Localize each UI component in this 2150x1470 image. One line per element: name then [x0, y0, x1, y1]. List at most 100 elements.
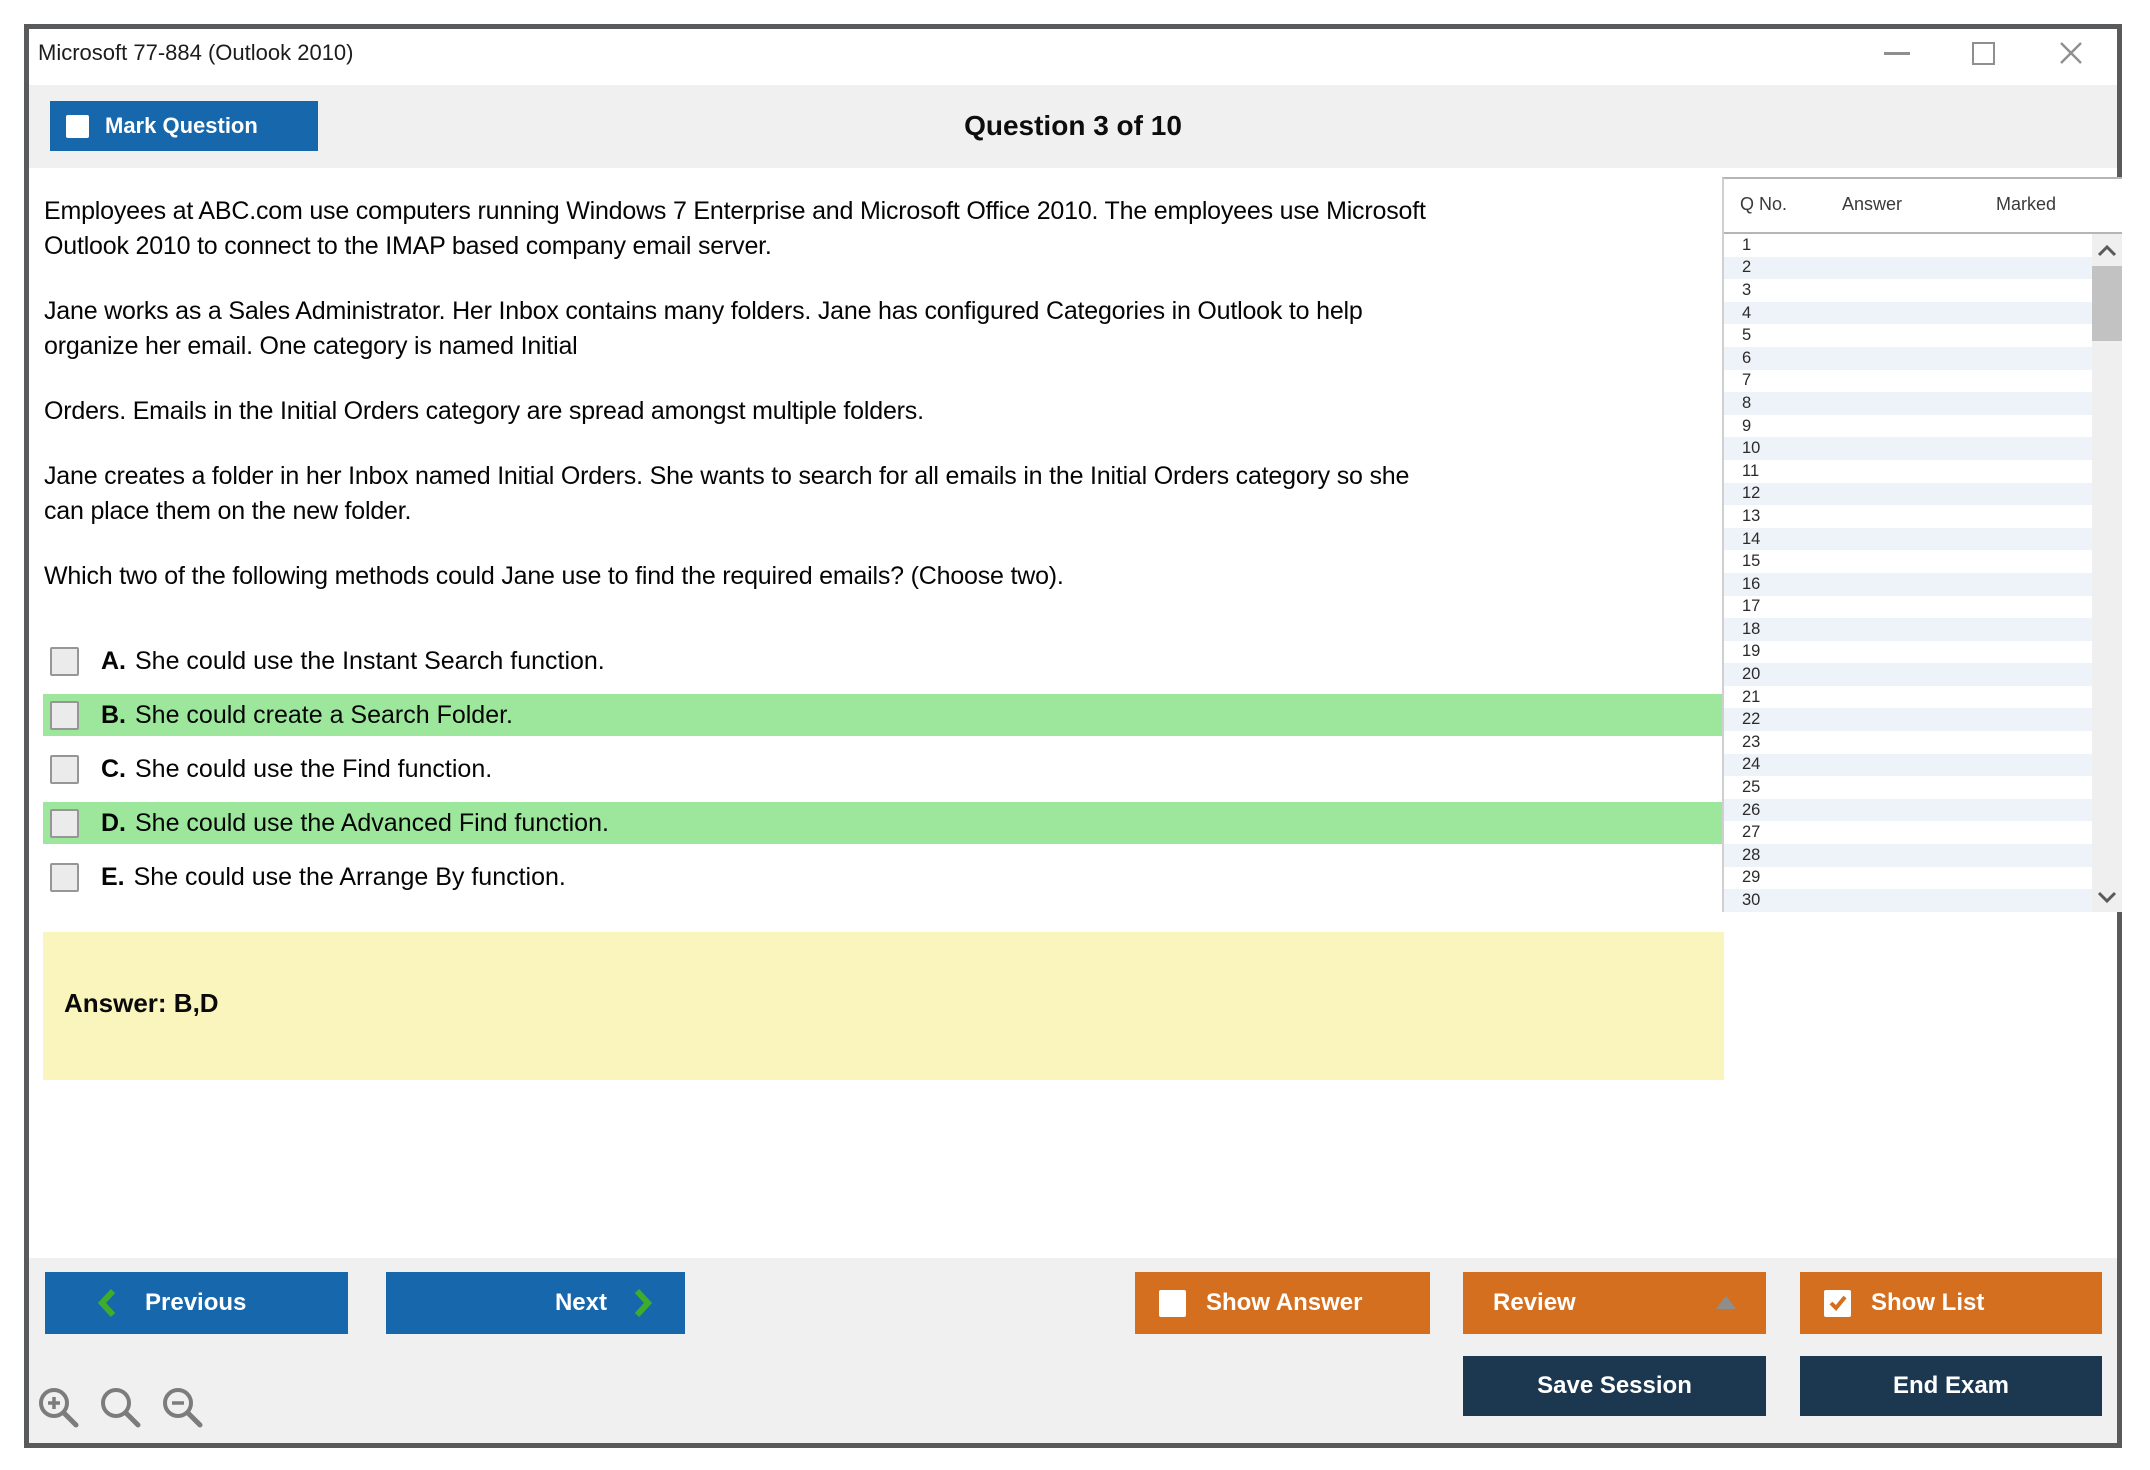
save-session-button[interactable]: Save Session [1463, 1356, 1766, 1416]
question-list-row[interactable]: 16 [1724, 572, 2092, 596]
option-row-d[interactable]: D. She could use the Advanced Find funct… [43, 802, 1724, 844]
question-list-row[interactable]: 18 [1724, 618, 2092, 641]
option-text: She could use the Arrange By function. [133, 862, 566, 891]
option-letter: E. [101, 862, 125, 891]
minimize-button[interactable] [1880, 38, 1914, 68]
paragraph-line: Employees at ABC.com use computers runni… [44, 197, 1426, 225]
answer-box: Answer: B,D [43, 932, 1724, 1080]
question-list-row[interactable]: 10 [1724, 437, 2092, 460]
question-list-row[interactable]: 11 [1724, 460, 2092, 483]
scroll-down-button[interactable] [2092, 886, 2122, 908]
show-answer-checkbox[interactable] [1159, 1289, 1186, 1317]
question-list-row[interactable]: 20 [1724, 663, 2092, 686]
check-icon [1829, 1295, 1847, 1311]
paragraph-line: Jane works as a Sales Administrator. Her… [44, 297, 1363, 325]
mark-question-button[interactable]: Mark Question [50, 101, 318, 151]
question-list-row[interactable]: 27 [1724, 821, 2092, 844]
end-exam-label: End Exam [1892, 1372, 2010, 1399]
zoom-out-icon[interactable] [157, 1382, 207, 1432]
end-exam-button[interactable]: End Exam [1800, 1356, 2102, 1416]
answer-text: Answer: B,D [64, 988, 219, 1018]
show-answer-button[interactable]: Show Answer [1135, 1272, 1430, 1334]
question-list-row[interactable]: 2 [1724, 256, 2092, 280]
question-list-row[interactable]: 5 [1724, 324, 2092, 347]
option-row-a[interactable]: A. She could use the Instant Search func… [43, 640, 1724, 682]
paragraph-line: Which two of the following methods could… [44, 562, 1064, 590]
show-list-button[interactable]: Show List [1800, 1272, 2102, 1334]
option-checkbox[interactable] [50, 808, 79, 838]
option-row-b[interactable]: B. She could create a Search Folder. [43, 694, 1724, 736]
chevron-down-icon [2097, 891, 2117, 903]
option-checkbox[interactable] [50, 754, 79, 784]
save-session-label: Save Session [1537, 1372, 1692, 1399]
column-header-answer: Answer [1842, 194, 1903, 214]
zoom-in-icon[interactable] [33, 1382, 83, 1432]
triangle-up-icon [1716, 1296, 1736, 1309]
show-answer-label: Show Answer [1206, 1289, 1363, 1316]
option-checkbox[interactable] [50, 862, 79, 892]
review-label: Review [1493, 1289, 1576, 1316]
question-list-row[interactable]: 15 [1724, 550, 2092, 573]
paragraph-line: Orders. Emails in the Initial Orders cat… [44, 397, 924, 425]
chevron-left-icon [97, 1288, 116, 1318]
question-list-row[interactable]: 3 [1724, 279, 2092, 302]
close-icon [2060, 42, 2082, 64]
question-list-row[interactable]: 1 [1724, 234, 2092, 257]
previous-button[interactable]: Previous [45, 1272, 348, 1334]
question-list-row[interactable]: 24 [1724, 753, 2092, 777]
question-paragraph: Employees at ABC.com use computers runni… [44, 194, 1724, 264]
question-list-scrollbar[interactable] [2092, 234, 2122, 912]
scrollbar-thumb[interactable] [2092, 266, 2122, 341]
option-letter: B. [101, 700, 126, 729]
option-row-c[interactable]: C. She could use the Find function. [43, 748, 1724, 790]
option-checkbox[interactable] [50, 700, 79, 730]
question-list-row[interactable]: 17 [1724, 596, 2092, 619]
question-list-row[interactable]: 6 [1724, 346, 2092, 370]
question-list-row[interactable]: 8 [1724, 392, 2092, 415]
question-list-row[interactable]: 23 [1724, 731, 2092, 754]
review-button[interactable]: Review [1463, 1272, 1766, 1334]
question-list-row[interactable]: 4 [1724, 301, 2092, 325]
question-list-row[interactable]: 26 [1724, 798, 2092, 822]
maximize-icon [1971, 41, 1995, 65]
next-button[interactable]: Next [386, 1272, 685, 1334]
options-list: A. She could use the Instant Search func… [43, 640, 1724, 910]
question-paragraph: Jane creates a folder in her Inbox named… [44, 459, 1724, 529]
paragraph-line: organize her email. One category is name… [44, 332, 578, 360]
question-list-row[interactable]: 28 [1724, 844, 2092, 867]
question-list-row[interactable]: 30 [1724, 889, 2092, 912]
question-list-row[interactable]: 13 [1724, 505, 2092, 528]
question-list-row[interactable]: 25 [1724, 776, 2092, 799]
minimize-icon [1884, 51, 1910, 55]
option-checkbox[interactable] [50, 646, 79, 676]
question-list-header: Q No. Answer Marked [1724, 179, 2122, 234]
scroll-up-button[interactable] [2092, 240, 2122, 262]
close-button[interactable] [2054, 38, 2088, 68]
question-paragraph: Orders. Emails in the Initial Orders cat… [44, 394, 1724, 429]
option-row-e[interactable]: E. She could use the Arrange By function… [43, 856, 1724, 898]
maximize-button[interactable] [1966, 38, 2000, 68]
question-list-row[interactable]: 14 [1724, 527, 2092, 551]
question-list-row[interactable]: 7 [1724, 370, 2092, 393]
question-list-row[interactable]: 9 [1724, 415, 2092, 438]
option-text: She could use the Find function. [135, 754, 493, 783]
option-text: She could use the Instant Search functio… [135, 646, 605, 675]
question-list-row[interactable]: 29 [1724, 867, 2092, 890]
question-list-row[interactable]: 21 [1724, 686, 2092, 709]
previous-label: Previous [145, 1289, 247, 1316]
question-list-row[interactable]: 22 [1724, 708, 2092, 732]
question-list-row[interactable]: 12 [1724, 482, 2092, 506]
show-list-label: Show List [1871, 1289, 1985, 1316]
column-header-marked: Marked [1996, 194, 2057, 214]
question-paragraph: Jane works as a Sales Administrator. Her… [44, 294, 1724, 364]
question-list-row[interactable]: 19 [1724, 641, 2092, 664]
next-label: Next [554, 1289, 607, 1316]
question-counter: Question 3 of 10 [964, 110, 1182, 141]
show-list-checkbox[interactable] [1824, 1289, 1851, 1317]
column-header-qno: Q No. [1740, 194, 1788, 214]
chevron-up-icon [2097, 245, 2117, 257]
question-paragraph: Which two of the following methods could… [44, 559, 1724, 594]
mark-question-checkbox[interactable] [66, 114, 89, 138]
zoom-reset-icon[interactable] [95, 1382, 145, 1432]
option-text: She could create a Search Folder. [135, 700, 514, 729]
